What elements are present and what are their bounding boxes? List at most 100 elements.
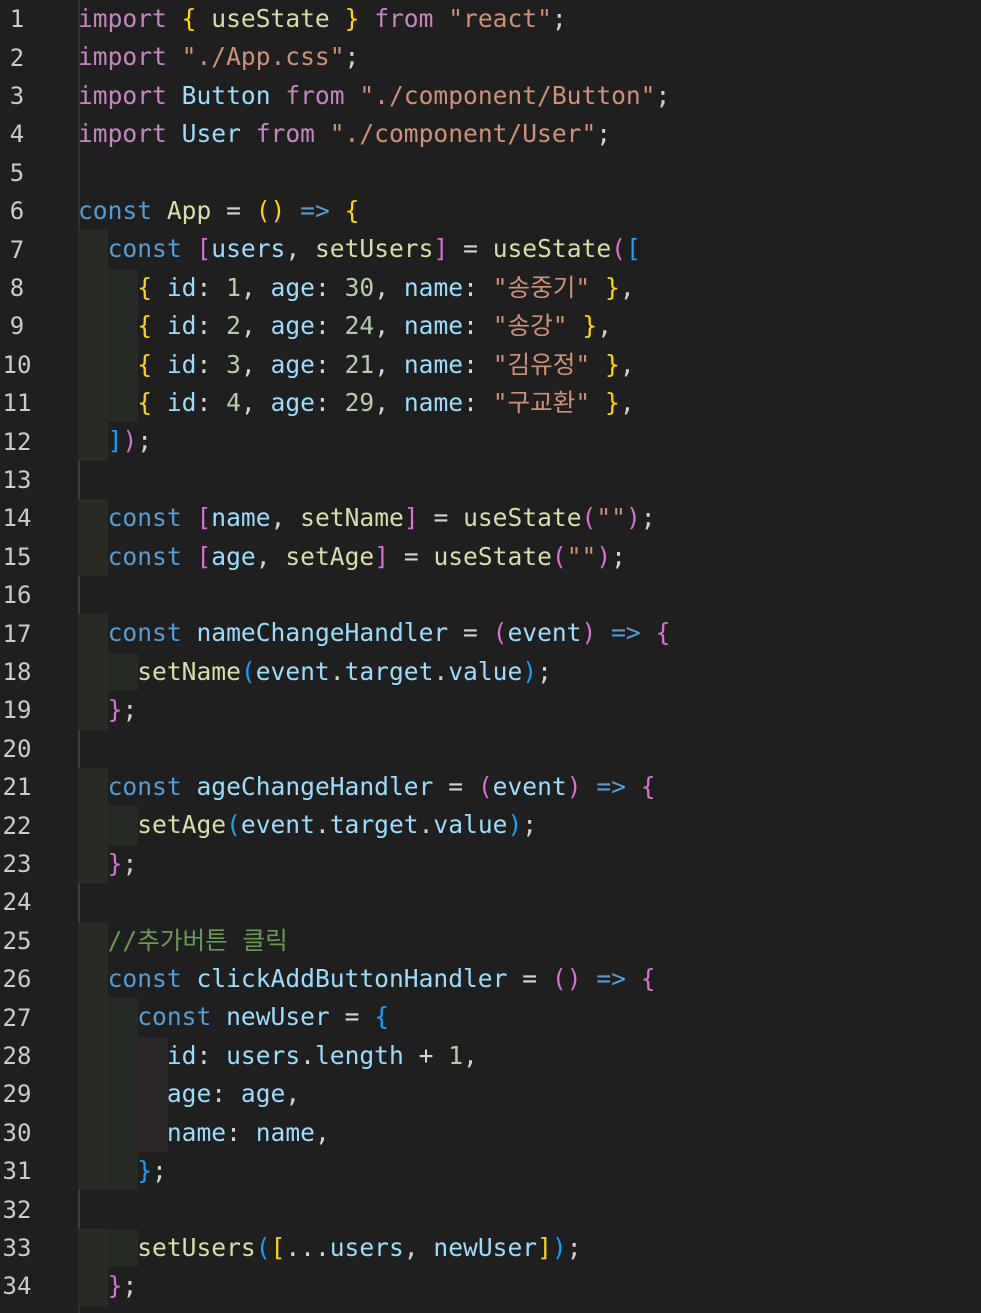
code-token: = [463,234,478,264]
code-line[interactable]: 33 setUsers([...users, newUser]); [0,1228,981,1268]
code-line[interactable]: 4 import User from "./component/User"; [0,115,981,153]
code-line[interactable]: 20 [0,729,981,768]
code-line[interactable]: 10 { id: 3, age: 21, name: "김유정" }, [0,345,981,384]
code-line[interactable]: 19 }; [0,691,981,730]
code-content[interactable]: }; [44,1152,981,1191]
code-content[interactable]: { id: 2, age: 24, name: "송강" }, [44,307,981,346]
line-number: 20 [0,730,44,768]
code-token: "구교환" [492,388,591,417]
code-line[interactable]: 28 id: users.length + 1, [0,1036,981,1076]
code-content[interactable]: id: users.length + 1, [44,1036,981,1076]
code-content[interactable] [44,576,981,615]
code-line[interactable]: 27 const newUser = { [0,998,981,1037]
code-token: : [314,388,330,417]
code-line[interactable]: 23 }; [0,844,981,884]
code-content[interactable]: const [name, setName] = useState(""); [44,499,981,538]
code-line[interactable]: 25 //추가버튼 클릭 [0,921,981,960]
code-token: name [255,1117,315,1147]
code-token: ; [596,119,612,149]
code-token: = [433,503,449,533]
code-line[interactable]: 6 const App = () => { [0,192,981,230]
code-content[interactable]: const clickAddButtonHandler = () => { [44,960,981,999]
code-content[interactable]: { id: 3, age: 21, name: "김유정" }, [44,345,981,384]
code-content[interactable]: const [users, setUsers] = useState([ [44,230,981,269]
code-token: ( [492,618,508,648]
code-content[interactable]: import User from "./component/User"; [44,115,981,153]
code-line[interactable]: 21 const ageChangeHandler = (event) => { [0,768,981,807]
code-line[interactable]: 24 [0,883,981,922]
code-content[interactable]: setName(event.target.value); [44,652,981,692]
code-text: import { useState } from "react"; [78,0,567,38]
code-line[interactable]: 3 import Button from "./component/Button"… [0,77,981,115]
code-line[interactable]: 8 { id: 1, age: 30, name: "송중기" }, [0,268,981,308]
code-content[interactable]: import Button from "./component/Button"; [44,77,981,115]
code-content[interactable] [44,729,981,768]
code-token: : [196,388,212,417]
code-line[interactable]: 2 import "./App.css"; [0,38,981,76]
code-token: ; [655,80,671,110]
code-token: "송강" [492,311,568,341]
code-content[interactable] [44,154,981,192]
code-content[interactable]: const nameChangeHandler = (event) => { [44,614,981,653]
code-content[interactable]: }; [44,1267,981,1306]
code-token: ) [522,656,538,686]
code-content[interactable] [44,1190,981,1229]
code-content[interactable]: ]); [44,422,981,461]
code-line[interactable]: 29 age: age, [0,1075,981,1114]
code-content[interactable]: const App = () => { [44,192,981,230]
code-line[interactable]: 30 name: name, [0,1113,981,1152]
code-line[interactable]: 31 }; [0,1152,981,1191]
line-number: 32 [0,1191,44,1229]
code-line[interactable]: 5 [0,154,981,192]
code-line[interactable]: 15 const [age, setAge] = useState(""); [0,537,981,576]
code-content[interactable]: setAge(event.target.value); [44,806,981,845]
code-content[interactable]: { id: 1, age: 30, name: "송중기" }, [44,268,981,308]
code-content[interactable]: setUsers([...users, newUser]); [44,1228,981,1268]
code-token: { [374,1002,389,1032]
code-line[interactable]: 13 [0,460,981,500]
code-content[interactable]: }; [44,844,981,884]
code-token: = [522,964,538,993]
code-content[interactable]: const ageChangeHandler = (event) => { [44,768,981,807]
code-content[interactable]: import "./App.css"; [44,38,981,76]
code-line[interactable]: 32 [0,1190,981,1229]
code-content[interactable]: const newUser = { [44,998,981,1037]
code-content[interactable]: }; [44,691,981,730]
code-line[interactable]: 17 const nameChangeHandler = (event) => … [0,614,981,653]
code-line[interactable]: 11 { id: 4, age: 29, name: "구교환" }, [0,384,981,423]
code-line[interactable]: 18 setName(event.target.value); [0,652,981,692]
code-line[interactable]: 7 const [users, setUsers] = useState([ [0,230,981,269]
code-token: , [240,311,256,341]
code-token: Button [181,80,271,110]
code-content[interactable]: import { useState } from "react"; [44,0,981,38]
code-content[interactable]: name: name, [44,1113,981,1152]
code-line[interactable]: 9 { id: 2, age: 24, name: "송강" }, [0,307,981,346]
code-content[interactable] [44,883,981,922]
line-number: 23 [0,845,44,883]
code-line[interactable]: 1 import { useState } from "react"; [0,0,981,38]
code-content[interactable]: const [age, setAge] = useState(""); [44,537,981,576]
code-token: const [107,503,182,533]
code-line[interactable]: 26 const clickAddButtonHandler = () => { [0,960,981,999]
code-content[interactable]: //추가버튼 클릭 [44,921,981,960]
code-line[interactable]: 22 setAge(event.target.value); [0,806,981,845]
code-token: : [196,1040,212,1070]
code-line[interactable]: 16 [0,576,981,615]
code-token: ] [537,1232,552,1262]
code-token: clickAddButtonHandler [196,964,508,993]
code-line[interactable]: 12 ]); [0,422,981,461]
code-token: } [137,1156,153,1185]
code-line[interactable]: 34 }; [0,1267,981,1306]
code-token: [ [270,1232,286,1262]
code-editor[interactable]: 1 import { useState } from "react"; 2 impor… [0,0,981,1313]
code-line[interactable]: 14 const [name, setName] = useState(""); [0,499,981,538]
code-text: const nameChangeHandler = (event) => { [78,614,671,652]
code-content[interactable]: { id: 4, age: 29, name: "구교환" }, [44,384,981,423]
code-content[interactable] [44,460,981,500]
code-content[interactable]: age: age, [44,1075,981,1114]
